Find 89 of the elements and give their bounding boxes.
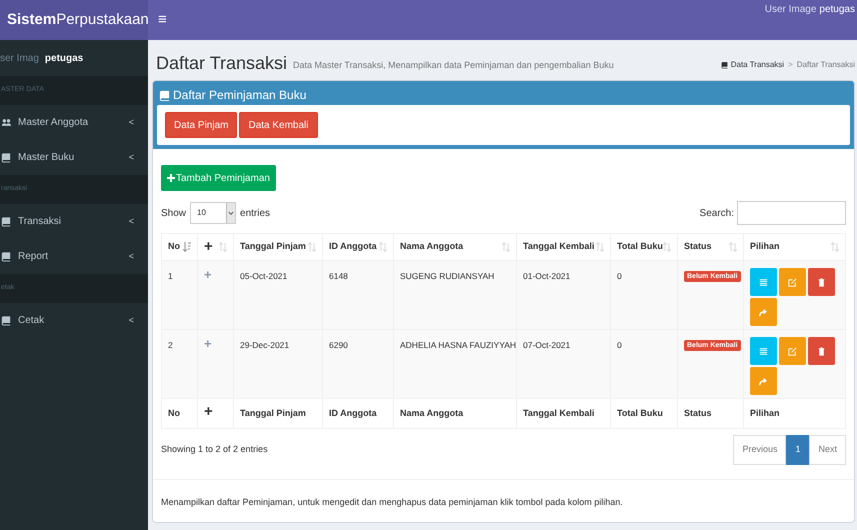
- book-icon: [720, 61, 728, 69]
- user-name[interactable]: petugas: [819, 4, 855, 16]
- tab-button[interactable]: Data Kembali: [239, 112, 318, 138]
- column-header[interactable]: Pilihan: [750, 240, 780, 254]
- user-image-alt: User Image: [764, 4, 816, 16]
- edit-icon: [787, 276, 798, 288]
- menu-toggle[interactable]: ≡: [148, 0, 177, 40]
- share-icon: [758, 376, 769, 386]
- sort-icon: [379, 242, 387, 252]
- column-header[interactable]: No: [168, 240, 180, 254]
- trash-icon: [816, 276, 827, 288]
- search-field[interactable]: [737, 201, 846, 225]
- table-cell: ADHELIA HASNA FAUZIYYAH: [400, 340, 516, 350]
- table-cell: 0: [617, 340, 622, 350]
- trash-icon: [816, 346, 827, 356]
- column-footer: Status: [684, 408, 712, 418]
- column-footer: ID Anggota: [329, 408, 377, 418]
- sidebar-item[interactable]: Cetak <: [0, 303, 148, 338]
- sidebar-item[interactable]: Master Anggota <: [0, 105, 148, 140]
- book-icon: [159, 90, 170, 100]
- search-label: Search:: [700, 206, 734, 220]
- edit-button[interactable]: [779, 268, 806, 296]
- sort-icon: [831, 242, 839, 252]
- sidebar-item[interactable]: Transaksi <: [0, 204, 148, 239]
- sidebar-item[interactable]: Report <: [0, 239, 148, 274]
- sort-icon: [663, 242, 671, 252]
- trash-button[interactable]: [808, 268, 835, 296]
- column-footer: Tanggal Pinjam: [240, 408, 306, 418]
- column-footer: +: [204, 402, 213, 420]
- book-icon: [1, 216, 11, 227]
- table-cell: +: [204, 267, 212, 282]
- breadcrumb-link[interactable]: Daftar Transaksi: [796, 59, 855, 71]
- share-button[interactable]: [750, 298, 777, 326]
- column-footer: No: [168, 408, 180, 418]
- table-info: Showing 1 to 2 of 2 entries: [161, 443, 268, 456]
- column-footer: Total Buku: [617, 408, 663, 418]
- table-cell: 1: [168, 271, 173, 281]
- book-icon: [1, 152, 11, 163]
- sidebar-user-name: petugas: [44, 52, 84, 66]
- page-title: Daftar Transaksi: [156, 52, 288, 74]
- column-header[interactable]: +: [204, 242, 213, 252]
- entries-label: entries: [240, 206, 270, 220]
- share-button[interactable]: [750, 367, 777, 395]
- sort-icon: [596, 242, 604, 252]
- pagination-link[interactable]: 1: [786, 435, 810, 465]
- sort-icon: [502, 242, 510, 252]
- list-button[interactable]: [750, 268, 777, 296]
- list-button[interactable]: [750, 337, 777, 365]
- user-image-alt: ser Imag: [0, 52, 39, 66]
- trash-button[interactable]: [808, 337, 835, 365]
- edit-icon: [787, 346, 798, 356]
- table-cell: 6148: [329, 271, 348, 281]
- pagination-link[interactable]: Next: [809, 435, 846, 465]
- edit-button[interactable]: [779, 337, 806, 365]
- users-icon: [1, 117, 11, 128]
- column-footer: Nama Anggota: [400, 408, 464, 418]
- table-cell: 6290: [329, 340, 348, 350]
- table-cell: +: [204, 336, 212, 351]
- table-cell: 29-Dec-2021: [240, 340, 290, 350]
- sort-icon: [308, 242, 316, 252]
- table-cell: 0: [617, 271, 622, 281]
- book-icon: [1, 315, 11, 326]
- plus-icon: [167, 174, 175, 182]
- sort-ascending-icon: [183, 242, 191, 252]
- table-cell: 07-Oct-2021: [523, 340, 570, 350]
- entries-select[interactable]: 10: [190, 202, 236, 224]
- table-cell: SUGENG RUDIANSYAH: [400, 271, 494, 281]
- tab-button[interactable]: Data Pinjam: [165, 112, 238, 138]
- breadcrumb-link[interactable]: Data Transaksi: [720, 59, 784, 71]
- table-cell: 2: [168, 340, 173, 350]
- show-label: Show: [161, 206, 186, 220]
- box-title: Daftar Peminjaman Buku: [173, 87, 306, 103]
- pagination-link[interactable]: Previous: [733, 435, 786, 465]
- list-icon: [758, 276, 769, 288]
- share-icon: [758, 306, 769, 318]
- book-icon: [1, 251, 11, 262]
- table-cell: 01-Oct-2021: [523, 271, 570, 281]
- table-cell: 05-Oct-2021: [240, 271, 288, 281]
- footer-note: Menampilkan daftar Peminjaman, untuk mengedit dan menghapus data peminjaman klik tombol pada kolom pilihan.: [161, 497, 623, 507]
- sidebar-item[interactable]: Master Buku <: [0, 140, 148, 175]
- breadcrumb-separator: >: [788, 59, 793, 71]
- sort-icon: [219, 242, 227, 252]
- sort-icon: [729, 242, 737, 252]
- page-subtitle: Data Master Transaksi, Menampilkan data Peminjaman dan pengembalian Buku: [293, 58, 614, 72]
- list-icon: [758, 346, 769, 356]
- caret-icon: [226, 203, 236, 223]
- logo[interactable]: SistemPerpustakaan: [0, 0, 148, 40]
- column-footer: Tanggal Kembali: [523, 408, 594, 418]
- column-footer: Pilihan: [750, 408, 780, 418]
